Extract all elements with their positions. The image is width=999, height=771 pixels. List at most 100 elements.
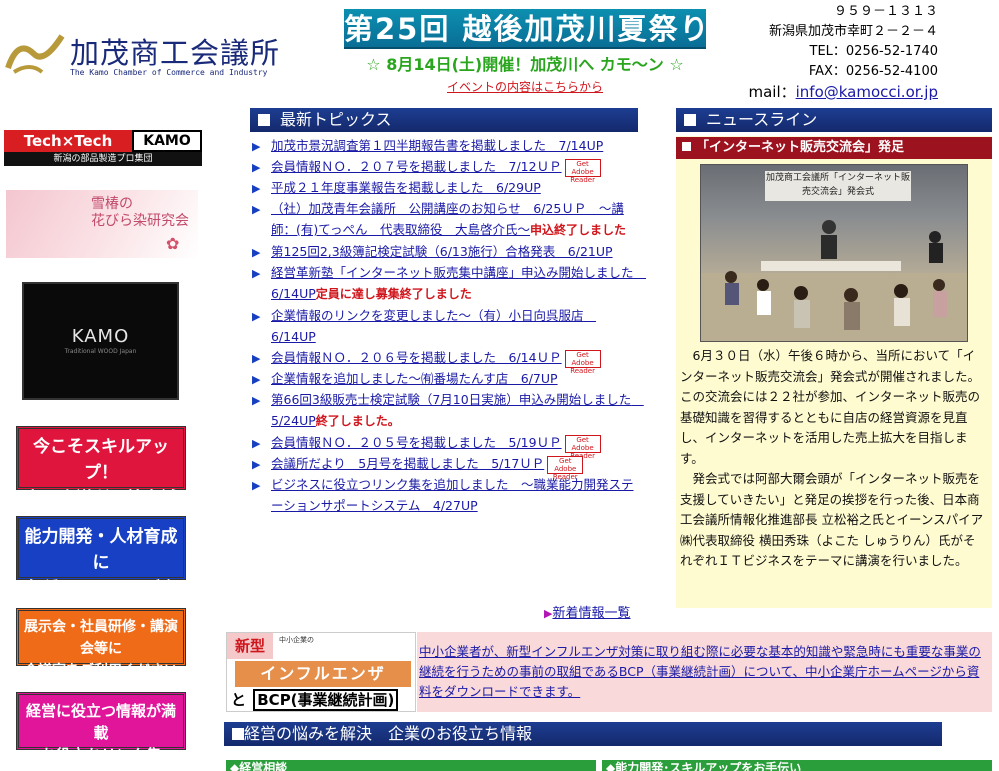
useful-links-button[interactable]: 経営に役立つ情報が満載 お役立ちリンク集	[16, 692, 186, 764]
flu-label: インフルエンザ	[235, 661, 411, 687]
btn4-line1: 経営に役立つ情報が満載	[25, 702, 176, 742]
logo-title: 加茂商工会議所	[70, 36, 281, 70]
tsubaki-banner[interactable]: 雪椿の 花びら染研究会 ✿	[6, 190, 198, 258]
business-info-heading-label: 経営の悩みを解決 企業のお役立ち情報	[244, 724, 533, 743]
site-logo[interactable]: 加茂商工会議所 The Kamo Chamber of Commerce and…	[4, 28, 314, 84]
news-heading-label: ニュースライン	[706, 110, 818, 129]
news-paragraph-2: この交流会には２２社が参加、インターネット販売の基礎知識を習得するとともに自店の…	[680, 389, 981, 466]
influenza-bcp-link[interactable]: 中小企業者が、新型インフルエンザ対策に取り組む際に必要な基本的知識や緊急時にも重…	[417, 632, 992, 712]
tsubaki-title: 雪椿の 花びら染研究会	[91, 196, 189, 230]
news-title: 「インターネット販売交流会」発足	[676, 137, 992, 159]
topic-link[interactable]: 加茂市景況調査第１四半期報告書を掲載しました 7/14UP	[271, 138, 603, 153]
news-title-label: 「インターネット販売交流会」発足	[696, 140, 905, 155]
more-news-label[interactable]: 新着情報一覧	[552, 606, 630, 621]
topic-link[interactable]: 会員情報ＮＯ．２０６号を掲載しました 6/14ＵＰ	[271, 350, 562, 365]
adobe-reader-icon[interactable]: Get Adobe Reader	[564, 158, 601, 184]
topic-item[interactable]: ▶ 会員情報ＮＯ．２０５号を掲載しました 5/19ＵＰGet Adobe Read…	[252, 432, 640, 460]
adobe-reader-icon[interactable]: Get Adobe Reader	[564, 349, 601, 375]
event-link[interactable]: イベントの内容はこちらから	[344, 78, 706, 95]
bcp-row: と BCP(事業継続計画)	[229, 689, 415, 711]
mail-link[interactable]: info@kamocci.or.jp	[796, 83, 938, 101]
topic-item[interactable]: ▶ 第125回2,3級簿記検定試験（6/13施行）合格発表 6/21UP	[252, 241, 640, 262]
topic-item[interactable]: ▶ （社）加茂青年会議所 公開講座のお知らせ 6/25ＵＰ 〜講師：(有)てっぺん…	[252, 198, 640, 241]
business-info-heading: 経営の悩みを解決 企業のお役立ち情報	[224, 722, 942, 746]
topic-item[interactable]: ▶ 会員情報ＮＯ．２０７号を掲載しました 7/12ＵＰ Get Adobe Read…	[252, 156, 640, 184]
flu-to: と	[231, 691, 247, 709]
techtech-kamo-banner[interactable]: Tech×Tech KAMO 新潟の部品製造プロ集団	[4, 130, 202, 166]
topics-heading-label: 最新トピックス	[280, 110, 392, 129]
flu-mini-label: 中小企業の	[279, 636, 314, 644]
topics-heading: 最新トピックス	[250, 108, 638, 132]
topic-status: 定員に達し募集終了しました	[315, 287, 472, 301]
influenza-bcp-banner[interactable]: 新型 中小企業の インフルエンザ と BCP(事業継続計画)	[226, 632, 416, 712]
bcp-label: BCP(事業継続計画)	[253, 689, 399, 711]
triangle-right-icon: ▶	[252, 394, 261, 407]
topic-link[interactable]: 会員情報ＮＯ．２０５号を掲載しました 5/19ＵＰ	[271, 435, 562, 450]
tel: TEL：0256-52-1740	[809, 44, 939, 59]
news-paragraph-1: 6月３０日（水）午後６時から、当所において「インターネット販売交流会」発会式が開…	[680, 348, 981, 384]
topics-list: ▶ 加茂市景況調査第１四半期報告書を掲載しました 7/14UP ▶ 会員情報ＮＯ．２０…	[252, 135, 646, 516]
triangle-right-icon: ▶	[252, 161, 261, 174]
techtech-sub: 新潟の部品製造プロ集団	[4, 152, 202, 166]
triangle-right-icon: ▶	[252, 140, 261, 153]
mail-label: mail：	[748, 83, 796, 101]
fax: FAX：0256-52-4100	[808, 64, 938, 79]
triangle-right-icon: ▶	[252, 182, 261, 195]
tsubaki-line1: 雪椿の	[91, 196, 133, 212]
topic-item[interactable]: ▶ 会議所だより 5月号を掲載しました 5/17ＵＰ Get Adobe Reade…	[252, 453, 640, 481]
topic-link[interactable]: 平成２１年度事業報告を掲載しました 6/29UP	[271, 180, 541, 195]
meeting-room-button[interactable]: 展示会・社員研修・講演会等に 会議室をご利用ください	[16, 608, 186, 679]
topic-item[interactable]: ▶ 経営革新塾「インターネット販売集中講座」申込み開始しました 6/14UP定員に…	[252, 262, 646, 305]
adobe-reader-icon[interactable]: Get Adobe Reader	[564, 434, 601, 460]
techtech-label: Tech×Tech	[4, 130, 132, 152]
management-consult-heading: ◆経営相談	[226, 760, 596, 771]
square-icon	[258, 114, 270, 126]
kamo-title: KAMO	[71, 326, 130, 347]
mail-row: mail：info@kamocci.or.jp	[720, 82, 938, 102]
topic-link[interactable]: 企業情報を追加しました〜㈲番場たんす店 6/7UP	[271, 371, 558, 386]
topic-link[interactable]: 第125回2,3級簿記検定試験（6/13施行）合格発表 6/21UP	[271, 244, 613, 259]
topic-status: 申込終了しました	[530, 223, 627, 237]
news-photo: 加茂商工会議所「インターネット販売交流会」発会式	[700, 164, 968, 342]
topic-item[interactable]: ▶ 平成２１年度事業報告を掲載しました 6/29UP	[252, 177, 640, 198]
kamo-sub: Traditional WOOD Japan	[64, 348, 137, 355]
more-news-link[interactable]: ▶新着情報一覧	[544, 602, 630, 621]
topic-link[interactable]: 会議所だより 5月号を掲載しました 5/17ＵＰ	[271, 456, 544, 471]
topic-link[interactable]: 会員情報ＮＯ．２０７号を掲載しました 7/12ＵＰ	[271, 159, 562, 174]
flu-new-label: 新型	[227, 633, 273, 659]
triangle-right-icon: ▶	[252, 458, 261, 471]
btn2-line1: 能力開発・人材育成に	[24, 527, 178, 573]
techtech-kamo-label: KAMO	[132, 130, 202, 152]
logo-subtitle: The Kamo Chamber of Commerce and Industr…	[70, 68, 268, 77]
topic-item[interactable]: ▶ ビジネスに役立つリンク集を追加しました 〜職業能力開発ステーションサポートシス…	[252, 474, 640, 516]
tsubaki-line2: 花びら染研究会	[91, 213, 189, 229]
flower-icon: ✿	[166, 234, 180, 253]
topic-item[interactable]: ▶ 第66回3級販売士検定試験（7月10日実施）申込み開始しました 5/24UP終…	[252, 389, 644, 432]
topic-item[interactable]: ▶ 企業情報を追加しました〜㈲番場たんす店 6/7UP	[252, 368, 640, 389]
triangle-right-icon: ▶	[252, 437, 261, 450]
square-icon	[232, 728, 244, 740]
topic-link[interactable]: 企業情報のリンクを変更しました〜（有）小日向呉服店 6/14UP	[271, 308, 596, 344]
seminar-button[interactable]: 能力開発・人材育成に 各種セミナーのご案内	[16, 516, 186, 625]
certification-exam-button[interactable]: 今こそスキルアップ！ 商工会議所の検定試験	[16, 426, 186, 535]
festival-banner[interactable]: 第25回 越後加茂川夏祭り	[344, 9, 708, 49]
postal-code: ９５９－１３１３	[833, 4, 938, 19]
address: 新潟県加茂市幸町２－２－４	[768, 24, 938, 39]
triangle-right-icon: ▶	[252, 203, 261, 216]
contact-block: ９５９－１３１３ 新潟県加茂市幸町２－２－４ TEL：0256-52-1740 …	[720, 2, 938, 102]
topic-item[interactable]: ▶ 会員情報ＮＯ．２０６号を掲載しました 6/14ＵＰ Get Adobe Read…	[252, 347, 640, 375]
topic-item[interactable]: ▶ 企業情報のリンクを変更しました〜（有）小日向呉服店 6/14UP	[252, 305, 640, 347]
triangle-right-icon: ▶	[252, 310, 261, 323]
adobe-reader-icon[interactable]: Get Adobe Reader	[547, 455, 584, 481]
meeting-photo-icon	[701, 220, 967, 341]
btn4-line2: お役立ちリンク集	[40, 746, 161, 764]
triangle-right-icon: ▶	[252, 373, 261, 386]
triangle-right-icon: ▶	[252, 479, 261, 492]
topic-link[interactable]: ビジネスに役立つリンク集を追加しました 〜職業能力開発ステーションサポートシステ…	[271, 477, 634, 513]
triangle-right-icon: ▶	[252, 352, 261, 365]
news-body: 6月３０日（水）午後６時から、当所において「インターネット販売交流会」発会式が開…	[680, 346, 986, 572]
kamo-wood-banner[interactable]: KAMO Traditional WOOD Japan	[22, 282, 179, 400]
triangle-right-icon: ▶	[252, 267, 261, 280]
topic-status: 終了しました。	[315, 414, 400, 428]
topic-item[interactable]: ▶ 加茂市景況調査第１四半期報告書を掲載しました 7/14UP	[252, 135, 640, 156]
